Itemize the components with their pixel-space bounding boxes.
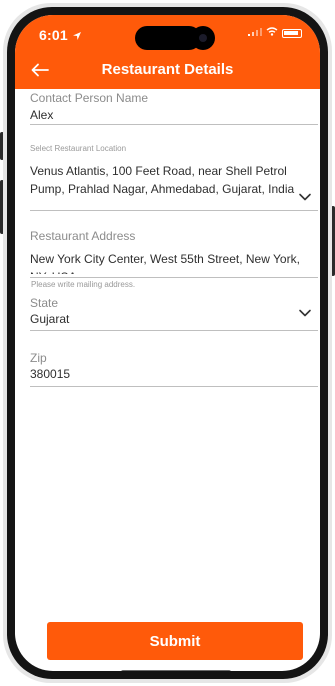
phone-frame: 6:01 Restaurant Details Contact Person N… bbox=[3, 3, 332, 683]
location-arrow-icon bbox=[72, 28, 82, 46]
restaurant-location-label: Select Restaurant Location bbox=[30, 144, 127, 153]
phone-bezel: 6:01 Restaurant Details Contact Person N… bbox=[7, 7, 328, 679]
zip-value: 380015 bbox=[30, 367, 71, 381]
restaurant-address-value-clip: New York City Center, West 55th Street, … bbox=[30, 250, 318, 274]
page-title: Restaurant Details bbox=[101, 61, 234, 78]
restaurant-address-label: Restaurant Address bbox=[30, 229, 136, 243]
restaurant-address-field[interactable]: Restaurant Address New York City Center,… bbox=[30, 229, 318, 278]
screen: 6:01 Restaurant Details Contact Person N… bbox=[15, 15, 320, 671]
state-label: State bbox=[30, 296, 59, 310]
battery-icon bbox=[282, 28, 302, 38]
wifi-icon bbox=[266, 27, 278, 39]
status-time: 6:01 bbox=[39, 27, 68, 43]
contact-person-label: Contact Person Name bbox=[30, 91, 149, 105]
chevron-down-icon bbox=[299, 309, 311, 317]
submit-button[interactable]: Submit bbox=[47, 622, 303, 660]
state-select[interactable]: State Gujarat bbox=[30, 296, 318, 331]
contact-person-field[interactable]: Contact Person Name Alex bbox=[30, 91, 318, 125]
home-indicator bbox=[121, 670, 231, 671]
restaurant-location-value: Venus Atlantis, 100 Feet Road, near Shel… bbox=[30, 164, 295, 196]
zip-label: Zip bbox=[30, 351, 47, 365]
restaurant-address-value: New York City Center, West 55th Street, … bbox=[30, 252, 300, 274]
zip-field[interactable]: Zip 380015 bbox=[30, 351, 318, 387]
restaurant-location-select[interactable]: Select Restaurant Location Venus Atlanti… bbox=[30, 144, 318, 211]
contact-person-value: Alex bbox=[30, 108, 54, 122]
signal-icon bbox=[248, 27, 262, 39]
app-header: 6:01 Restaurant Details bbox=[15, 15, 320, 89]
state-value: Gujarat bbox=[30, 312, 70, 326]
camera-icon bbox=[191, 26, 215, 50]
address-hint: Please write mailing address. bbox=[31, 280, 136, 289]
status-icons bbox=[248, 27, 302, 39]
chevron-down-icon bbox=[299, 193, 311, 201]
